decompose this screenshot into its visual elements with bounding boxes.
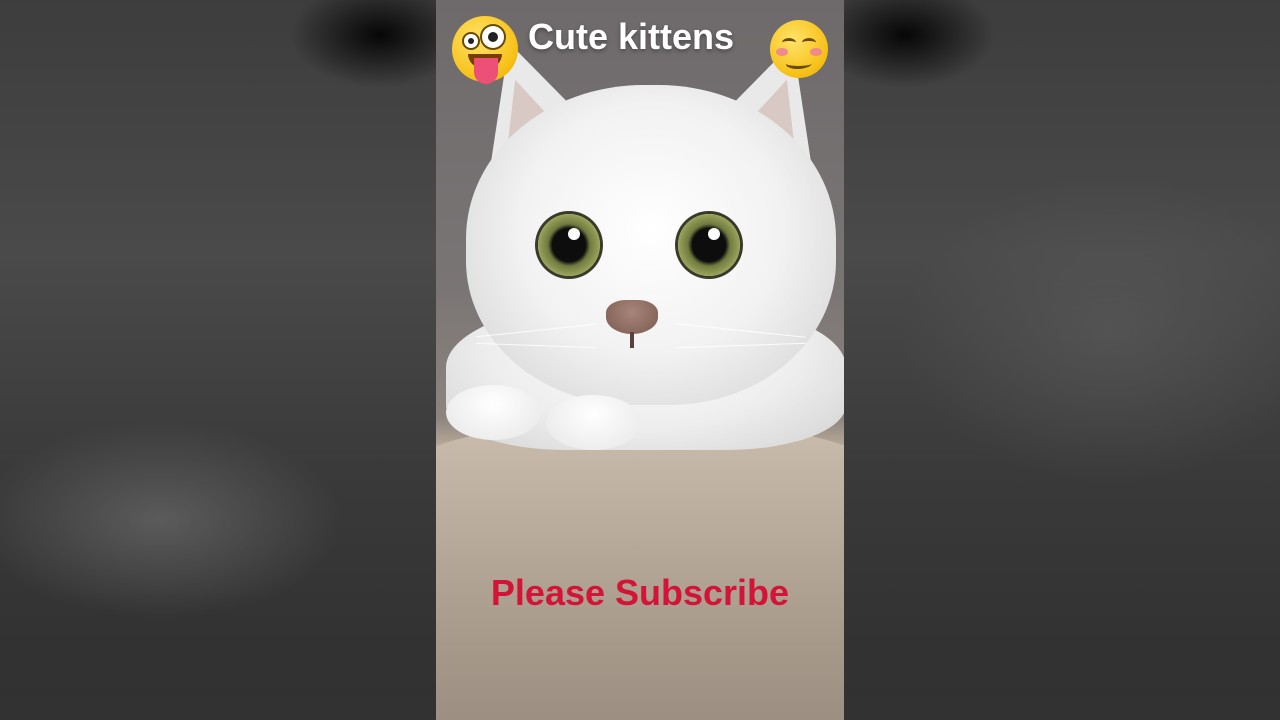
subscribe-call-to-action: Please Subscribe — [490, 572, 790, 613]
kitten-mouth — [630, 332, 634, 348]
kitten-nose — [606, 300, 658, 334]
emoji-eye-left — [782, 38, 796, 47]
kitten-paw-left — [446, 385, 541, 440]
emoji-eye-right — [802, 38, 816, 47]
kitten-eye-left — [538, 214, 600, 276]
emoji-tongue — [474, 58, 498, 84]
kitten-head — [466, 85, 836, 405]
cushion — [436, 420, 844, 720]
zany-face-emoji-icon — [452, 16, 518, 84]
emoji-eye-big — [482, 26, 504, 48]
kitten-paw-right — [546, 395, 641, 450]
video-title: Cute kittens — [528, 16, 735, 57]
woozy-face-emoji-icon — [770, 20, 828, 78]
emoji-cheek-left — [776, 48, 788, 56]
emoji-cheek-right — [810, 48, 822, 56]
video-frame: Cute kittens Please Subscribe — [0, 0, 1280, 720]
kitten-eye-right — [678, 214, 740, 276]
emoji-mouth-wavy — [784, 58, 814, 69]
emoji-eye-small — [464, 34, 478, 48]
